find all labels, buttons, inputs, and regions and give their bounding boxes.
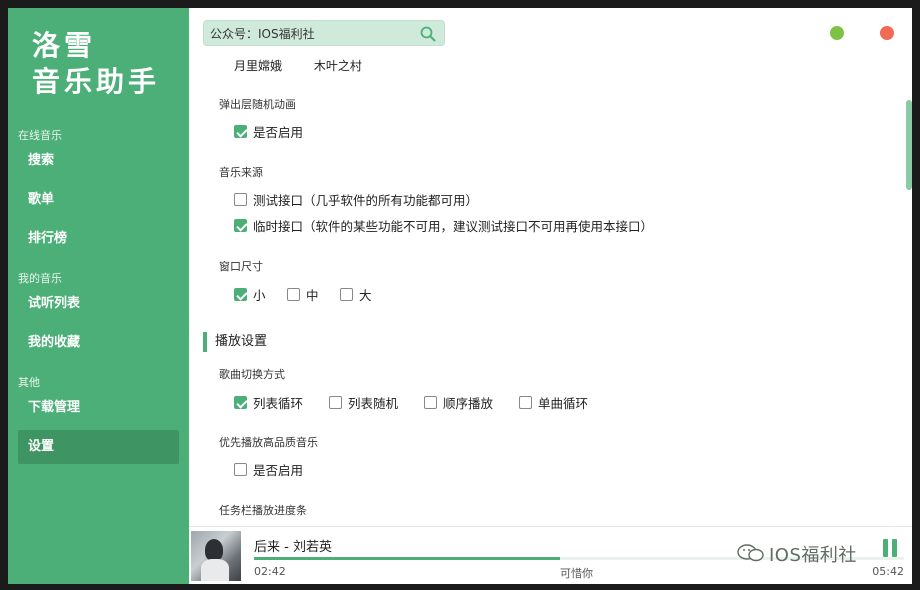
pause-icon[interactable] [881,539,899,557]
switch-mode-label: 歌曲切换方式 [219,368,285,381]
sidebar: 洛雪 音乐助手 在线音乐 搜索 歌单 排行榜 我的音乐 试听列表 我的收藏 其他… [8,8,189,584]
checkbox-box[interactable] [519,396,532,409]
hq-checkbox[interactable]: 是否启用 [234,460,303,479]
checkbox-label: 列表随机 [348,396,399,411]
watermark-text: IOS福利社 [769,545,857,566]
logo-line-1: 洛雪 [32,29,97,62]
sidebar-item-charts[interactable]: 排行榜 [18,222,179,256]
checkbox-label: 大 [359,288,372,303]
checkbox-box[interactable] [424,396,437,409]
checkbox-label: 顺序播放 [443,396,494,411]
app-logo: 洛雪 音乐助手 [32,28,160,100]
search-input[interactable] [210,24,410,42]
mode-sequential-checkbox[interactable]: 顺序播放 [424,393,493,412]
checkbox-box[interactable] [234,219,247,232]
size-medium-checkbox[interactable]: 中 [287,285,319,304]
song-title: 后来 - 刘若英 [254,540,332,555]
logo-line-2: 音乐助手 [32,65,161,98]
sidebar-item-settings[interactable]: 设置 [18,430,179,464]
close-button[interactable] [880,26,894,40]
tag-item[interactable]: 月里嫦娥 [234,59,282,73]
theme-tags: 月里嫦娥 木叶之村 [234,57,390,74]
window-size-label: 窗口尺寸 [219,260,263,273]
checkbox-box[interactable] [234,463,247,476]
sidebar-item-favorites[interactable]: 我的收藏 [18,326,179,360]
current-time: 02:42 [254,565,286,578]
source-temp-checkbox[interactable]: 临时接口（软件的某些功能不可用，建议测试接口不可用再使用本接口） [234,216,653,235]
checkbox-label: 临时接口（软件的某些功能不可用，建议测试接口不可用再使用本接口） [253,219,654,234]
section-title-playback: 播放设置 [203,332,267,352]
tag-item[interactable]: 木叶之村 [314,59,362,73]
album-cover[interactable] [191,531,241,581]
checkbox-box[interactable] [329,396,342,409]
app-window: 洛雪 音乐助手 在线音乐 搜索 歌单 排行榜 我的音乐 试听列表 我的收藏 其他… [8,8,912,584]
checkbox-label: 列表循环 [253,396,304,411]
checkbox-box[interactable] [234,125,247,138]
music-source-label: 音乐来源 [219,166,263,179]
checkbox-label: 小 [253,288,266,303]
size-large-checkbox[interactable]: 大 [340,285,372,304]
checkbox-label: 单曲循环 [538,396,589,411]
scrollbar-thumb[interactable] [906,100,912,190]
checkbox-label: 测试接口（几乎软件的所有功能都可用） [253,193,479,208]
sidebar-item-downloads[interactable]: 下载管理 [18,391,179,425]
checkbox-label: 中 [306,288,319,303]
source-test-checkbox[interactable]: 测试接口（几乎软件的所有功能都可用） [234,190,478,209]
group-title-online: 在线音乐 [18,129,62,142]
checkbox-box[interactable] [234,396,247,409]
checkbox-label: 是否启用 [253,463,304,478]
checkbox-label: 是否启用 [253,125,304,140]
progress-fill [254,557,560,560]
player-bar: 后来 - 刘若英 02:42 可惜你 05:42 IOS福利社 [189,526,912,584]
checkbox-box[interactable] [234,193,247,206]
group-title-other: 其他 [18,376,40,389]
minimize-button[interactable] [830,26,844,40]
window-frame: 洛雪 音乐助手 在线音乐 搜索 歌单 排行榜 我的音乐 试听列表 我的收藏 其他… [0,0,920,590]
taskbar-progress-label: 任务栏播放进度条 [219,504,307,517]
search-icon[interactable] [420,26,436,42]
total-time: 05:42 [872,565,904,578]
sidebar-item-playlists[interactable]: 歌单 [18,183,179,217]
sidebar-item-search[interactable]: 搜索 [18,144,179,178]
checkbox-box[interactable] [287,288,300,301]
popup-anim-label: 弹出层随机动画 [219,98,296,111]
lyric-line: 可惜你 [560,567,593,580]
group-title-my-music: 我的音乐 [18,272,62,285]
mode-list-random-checkbox[interactable]: 列表随机 [329,393,398,412]
sidebar-item-trial-list[interactable]: 试听列表 [18,287,179,321]
hq-label: 优先播放高品质音乐 [219,436,318,449]
settings-panel: 月里嫦娥 木叶之村 弹出层随机动画 是否启用 音乐来源 测试接口（几乎软件的所有… [189,8,912,526]
mode-list-loop-checkbox[interactable]: 列表循环 [234,393,303,412]
checkbox-box[interactable] [234,288,247,301]
popup-anim-checkbox[interactable]: 是否启用 [234,122,303,141]
mode-single-loop-checkbox[interactable]: 单曲循环 [519,393,588,412]
wechat-icon [737,544,764,562]
search-box[interactable] [203,20,445,46]
size-small-checkbox[interactable]: 小 [234,285,266,304]
checkbox-box[interactable] [340,288,353,301]
